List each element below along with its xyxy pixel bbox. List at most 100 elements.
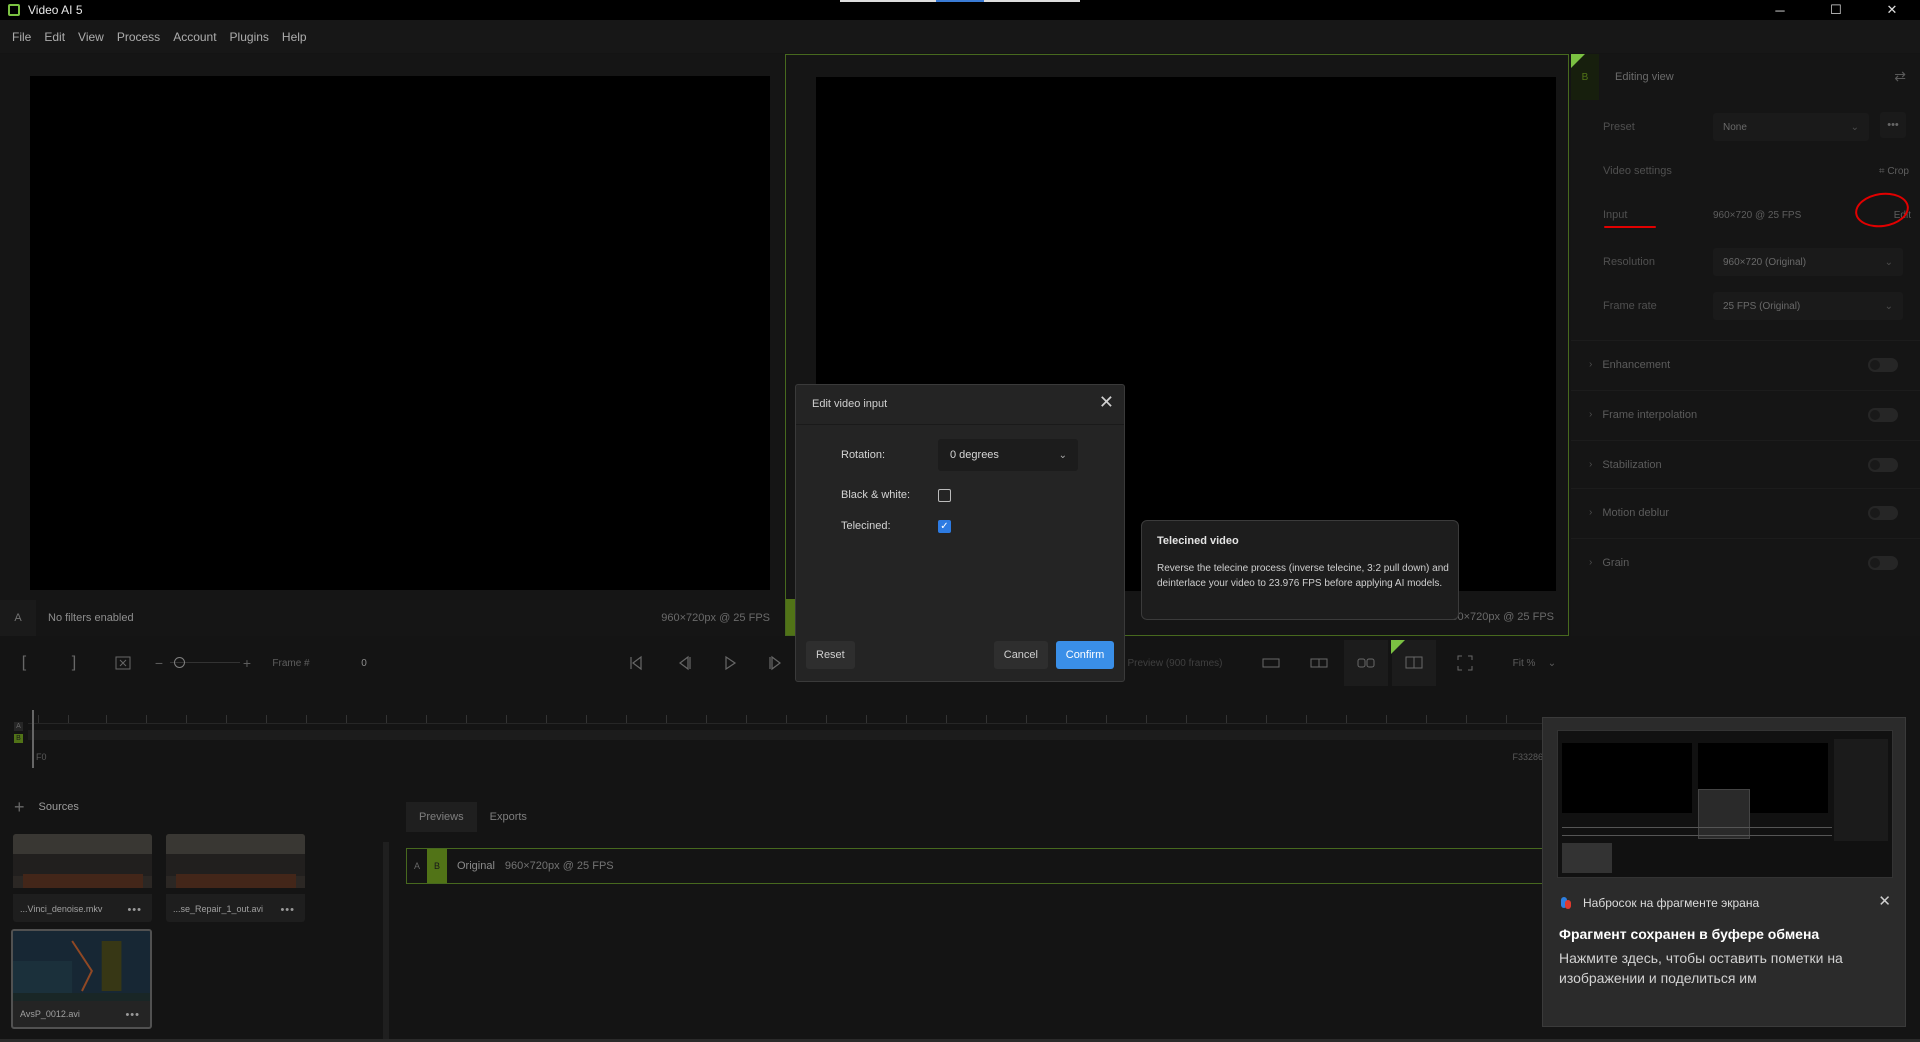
settings-title: Editing view xyxy=(1615,71,1674,83)
menu-help[interactable]: Help xyxy=(282,30,307,44)
motion-deblur-toggle[interactable] xyxy=(1868,505,1898,520)
zoom-in-button[interactable]: + xyxy=(240,640,254,686)
sources-scrollbar[interactable] xyxy=(383,842,389,1042)
viewer-original: A No filters enabled 960×720px @ 25 FPS xyxy=(0,54,784,636)
frame-interpolation-toggle[interactable] xyxy=(1868,407,1898,422)
notification-body: Нажмите здесь, чтобы оставить пометки на… xyxy=(1559,950,1843,986)
preview-length-select[interactable]: Preview (900 frames) xyxy=(1120,640,1230,686)
reset-button[interactable]: Reset xyxy=(806,641,855,669)
minimize-button[interactable]: ─ xyxy=(1752,0,1808,20)
menu-edit[interactable]: Edit xyxy=(44,30,65,44)
tab-exports[interactable]: Exports xyxy=(477,802,540,832)
close-icon[interactable]: ✕ xyxy=(1878,892,1891,910)
preset-label: Preset xyxy=(1603,121,1635,133)
sources-title: Sources xyxy=(38,801,79,813)
app-title: Video AI 5 xyxy=(28,3,83,17)
source-more-button[interactable]: ••• xyxy=(125,1009,140,1021)
timeline-track[interactable] xyxy=(28,730,1543,740)
maximize-button[interactable]: ☐ xyxy=(1808,0,1864,20)
mark-out-button[interactable]: ] xyxy=(64,640,84,686)
cancel-button[interactable]: Cancel xyxy=(993,641,1048,669)
resolution-value: 960×720 (Original) xyxy=(1723,256,1807,268)
menu-account[interactable]: Account xyxy=(173,30,216,44)
dialog-header: Edit video input ✕ xyxy=(796,385,1124,425)
section-stabilization[interactable]: › Stabilization xyxy=(1571,440,1920,488)
timeline-ab-markers: A B xyxy=(14,722,24,746)
close-window-button[interactable]: ✕ xyxy=(1864,0,1920,20)
step-forward-button[interactable] xyxy=(764,640,788,686)
notification-app: Набросок на фрагменте экрана xyxy=(1559,896,1759,910)
notification-title: Фрагмент сохранен в буфере обмена xyxy=(1559,926,1820,942)
video-settings-row: Video settings ⌗ Crop xyxy=(1603,156,1909,186)
zoom-chevron-icon[interactable]: ⌄ xyxy=(1544,640,1560,686)
zoom-out-button[interactable]: − xyxy=(152,640,166,686)
preview-tag-a: A xyxy=(413,861,420,871)
chevron-right-icon: › xyxy=(1589,459,1593,470)
stabilization-toggle[interactable] xyxy=(1868,457,1898,472)
frame-number-input[interactable]: 0 xyxy=(356,640,372,686)
step-back-button[interactable] xyxy=(672,640,696,686)
framerate-label: Frame rate xyxy=(1603,300,1657,312)
source-more-button[interactable]: ••• xyxy=(127,904,142,916)
chevron-right-icon: › xyxy=(1589,359,1593,370)
source-thumbnail xyxy=(13,931,150,1001)
video-canvas-a[interactable] xyxy=(30,76,770,590)
section-label: Frame interpolation xyxy=(1602,408,1698,421)
section-label: Enhancement xyxy=(1602,358,1671,371)
source-more-button[interactable]: ••• xyxy=(280,904,295,916)
crop-button[interactable]: ⌗ Crop xyxy=(1879,166,1909,177)
mark-in-button[interactable]: [ xyxy=(14,640,34,686)
framerate-select[interactable]: 25 FPS (Original) ⌄ xyxy=(1713,292,1903,320)
resolution-select[interactable]: 960×720 (Original) ⌄ xyxy=(1713,248,1903,276)
settings-panel: B Editing view ⇄ Preset None ⌄ ••• Video… xyxy=(1571,54,1920,636)
zoom-fit-select[interactable]: Fit % xyxy=(1504,640,1544,686)
confirm-button[interactable]: Confirm xyxy=(1056,641,1114,669)
menu-process[interactable]: Process xyxy=(117,30,160,44)
telecined-checkbox[interactable]: ✓ xyxy=(938,519,951,533)
timeline[interactable]: F0 F33286 xyxy=(28,706,1543,768)
grain-toggle[interactable] xyxy=(1868,555,1898,570)
source-item[interactable]: ...se_Repair_1_out.avi ••• xyxy=(166,834,305,922)
preset-more-button[interactable]: ••• xyxy=(1880,112,1906,138)
timeline-marker-b: B xyxy=(14,734,23,743)
add-source-icon[interactable]: + xyxy=(14,798,25,816)
side-by-side-button[interactable] xyxy=(1344,640,1388,686)
source-thumbnail xyxy=(166,834,305,894)
preview-meta: 960×720px @ 25 FPS xyxy=(504,860,614,872)
skip-start-button[interactable] xyxy=(624,640,648,686)
section-enhancement[interactable]: › Enhancement xyxy=(1571,340,1920,388)
source-item-selected[interactable]: AvsP_0012.avi ••• xyxy=(11,929,152,1029)
preview-tag-b: B xyxy=(427,849,447,883)
rotation-select[interactable]: 0 degrees ⌄ xyxy=(938,439,1078,471)
source-filename: AvsP_0012.avi xyxy=(20,1009,80,1019)
preset-select[interactable]: None ⌄ xyxy=(1713,113,1869,141)
section-motion-deblur[interactable]: › Motion deblur xyxy=(1571,488,1920,536)
source-item[interactable]: ...Vinci_denoise.mkv ••• xyxy=(13,834,152,922)
split-view-button[interactable] xyxy=(1306,640,1332,686)
clear-marks-button[interactable] xyxy=(110,640,136,686)
corner-marker xyxy=(1391,640,1405,654)
filters-status: No filters enabled xyxy=(48,612,134,624)
preview-item[interactable]: A B Original 960×720px @ 25 FPS xyxy=(406,848,1556,884)
swap-icon[interactable]: ⇄ xyxy=(1894,68,1906,85)
preview-tabs: Previews Exports xyxy=(406,802,540,832)
enhancement-toggle[interactable] xyxy=(1868,357,1898,372)
single-view-button[interactable] xyxy=(1258,640,1284,686)
menu-plugins[interactable]: Plugins xyxy=(230,30,269,44)
tab-previews[interactable]: Previews xyxy=(406,802,477,832)
timeline-playhead[interactable] xyxy=(32,710,34,768)
bw-checkbox[interactable] xyxy=(938,488,951,502)
source-thumbnail xyxy=(13,834,152,894)
timeline-ruler xyxy=(28,706,1543,724)
fullscreen-button[interactable] xyxy=(1452,640,1478,686)
section-grain[interactable]: › Grain xyxy=(1571,538,1920,586)
zoom-slider-knob[interactable] xyxy=(174,657,185,668)
menu-file[interactable]: File xyxy=(12,30,31,44)
snip-notification[interactable]: Набросок на фрагменте экрана ✕ Фрагмент … xyxy=(1542,717,1906,1027)
close-icon[interactable]: ✕ xyxy=(1099,392,1114,413)
section-frame-interpolation[interactable]: › Frame interpolation xyxy=(1571,390,1920,438)
source-filename: ...se_Repair_1_out.avi xyxy=(173,904,264,914)
play-button[interactable] xyxy=(718,640,742,686)
corner-marker xyxy=(1571,54,1585,68)
menu-view[interactable]: View xyxy=(78,30,104,44)
